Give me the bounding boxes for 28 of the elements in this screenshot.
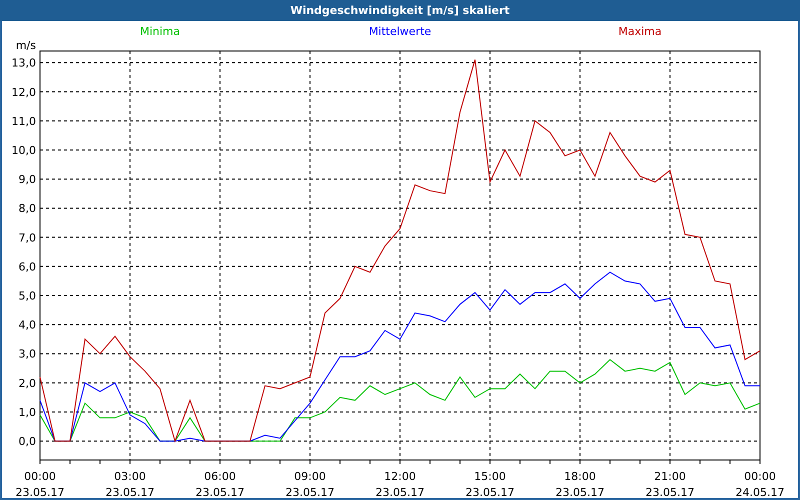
axis-tick-label: 03:00 23.05.17 [106,470,154,498]
axis-tick-label: 7,0 [18,231,36,244]
y-axis-unit: m/s [16,39,36,52]
axis-tick-label: 0,0 [18,435,36,448]
legend-label: Minima [140,25,180,38]
axis-tick-label: 11,0 [12,114,36,128]
axis-tick-label: 3,0 [18,348,36,361]
axis-tick-label: 10,0 [12,144,36,157]
axis-tick-label: 12,0 [12,86,36,99]
axis-tick-label: 2,0 [18,376,36,390]
axis-tick-label: 00:00 24.05.17 [736,470,784,498]
axis-tick-label: 5,0 [18,290,36,303]
axis-tick-label: 00:00 23.05.17 [16,470,64,498]
legend-label: Mittelwerte [368,25,432,38]
window-title: Windgeschwindigkeit [m/s] skaliert [290,4,510,17]
axis-tick-label: 1,0 [18,406,36,419]
axis-tick-label: 21:00 23.05.17 [646,470,694,498]
axis-tick-label: 12:00 23.05.17 [376,470,424,498]
axis-tick-label: 13,0 [12,56,36,70]
axis-tick-label: 09:00 23.05.17 [286,470,334,498]
legend-label: Maxima [618,25,662,38]
axis-tick-label: 4,0 [18,318,36,332]
axis-tick-label: 18:00 23.05.17 [556,470,604,498]
axis-tick-label: 15:00 23.05.17 [466,470,514,498]
axis-tick-label: 8,0 [18,202,36,216]
axis-tick-label: 06:00 23.05.17 [196,470,244,498]
axis-tick-label: 9,0 [18,173,36,186]
axis-tick-label: 6,0 [18,260,36,274]
